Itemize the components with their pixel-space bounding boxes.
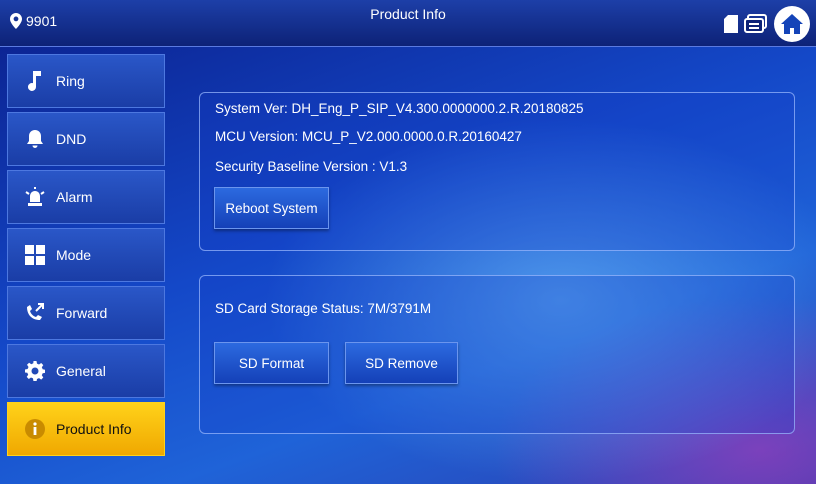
sidebar-item-label: General <box>56 363 106 379</box>
mcu-version-text: MCU Version: MCU_P_V2.000.0000.0.R.20160… <box>215 129 522 144</box>
sidebar-item-label: Mode <box>56 247 92 263</box>
call-forward-icon <box>27 303 44 320</box>
home-icon <box>781 14 803 34</box>
sidebar-item-forward[interactable]: Forward <box>7 286 165 340</box>
sidebar-item-alarm[interactable]: Alarm <box>7 170 165 224</box>
sidebar-item-dnd[interactable]: DND <box>7 112 165 166</box>
sd-format-button[interactable]: SD Format <box>214 342 329 384</box>
bell-mute-icon <box>27 130 43 148</box>
sd-storage-status: SD Card Storage Status: 7M/3791M <box>215 301 432 316</box>
info-icon <box>25 419 45 439</box>
siren-icon <box>25 187 45 206</box>
grid-icon <box>25 245 45 265</box>
system-version-text: System Ver: DH_Eng_P_SIP_V4.300.0000000.… <box>215 101 584 116</box>
sidebar-item-label: Alarm <box>56 189 93 205</box>
sidebar-item-ring[interactable]: Ring <box>7 54 165 108</box>
reboot-system-button[interactable]: Reboot System <box>214 187 329 229</box>
sd-remove-button[interactable]: SD Remove <box>345 342 458 384</box>
music-note-icon <box>28 71 41 91</box>
sidebar-item-general[interactable]: General <box>7 344 165 398</box>
sidebar-item-label: Forward <box>56 305 108 321</box>
sidebar: Ring DND Alarm Mode Forward General Prod… <box>7 54 165 460</box>
system-info-panel: System Ver: DH_Eng_P_SIP_V4.300.0000000.… <box>199 92 795 251</box>
message-icon[interactable] <box>744 14 768 34</box>
home-button[interactable] <box>774 6 810 42</box>
sidebar-item-label: Ring <box>56 73 85 89</box>
sidebar-item-product-info[interactable]: Product Info <box>7 402 165 456</box>
sidebar-item-label: Product Info <box>56 421 132 437</box>
sidebar-item-label: DND <box>56 131 87 147</box>
page-title: Product Info <box>370 6 446 22</box>
sd-card-icon <box>724 15 738 33</box>
security-baseline-text: Security Baseline Version : V1.3 <box>215 159 408 174</box>
gear-icon <box>25 361 45 381</box>
sd-card-panel: SD Card Storage Status: 7M/3791M SD Form… <box>199 275 795 434</box>
sidebar-item-mode[interactable]: Mode <box>7 228 165 282</box>
top-bar: 9901 Product Info <box>0 0 816 47</box>
